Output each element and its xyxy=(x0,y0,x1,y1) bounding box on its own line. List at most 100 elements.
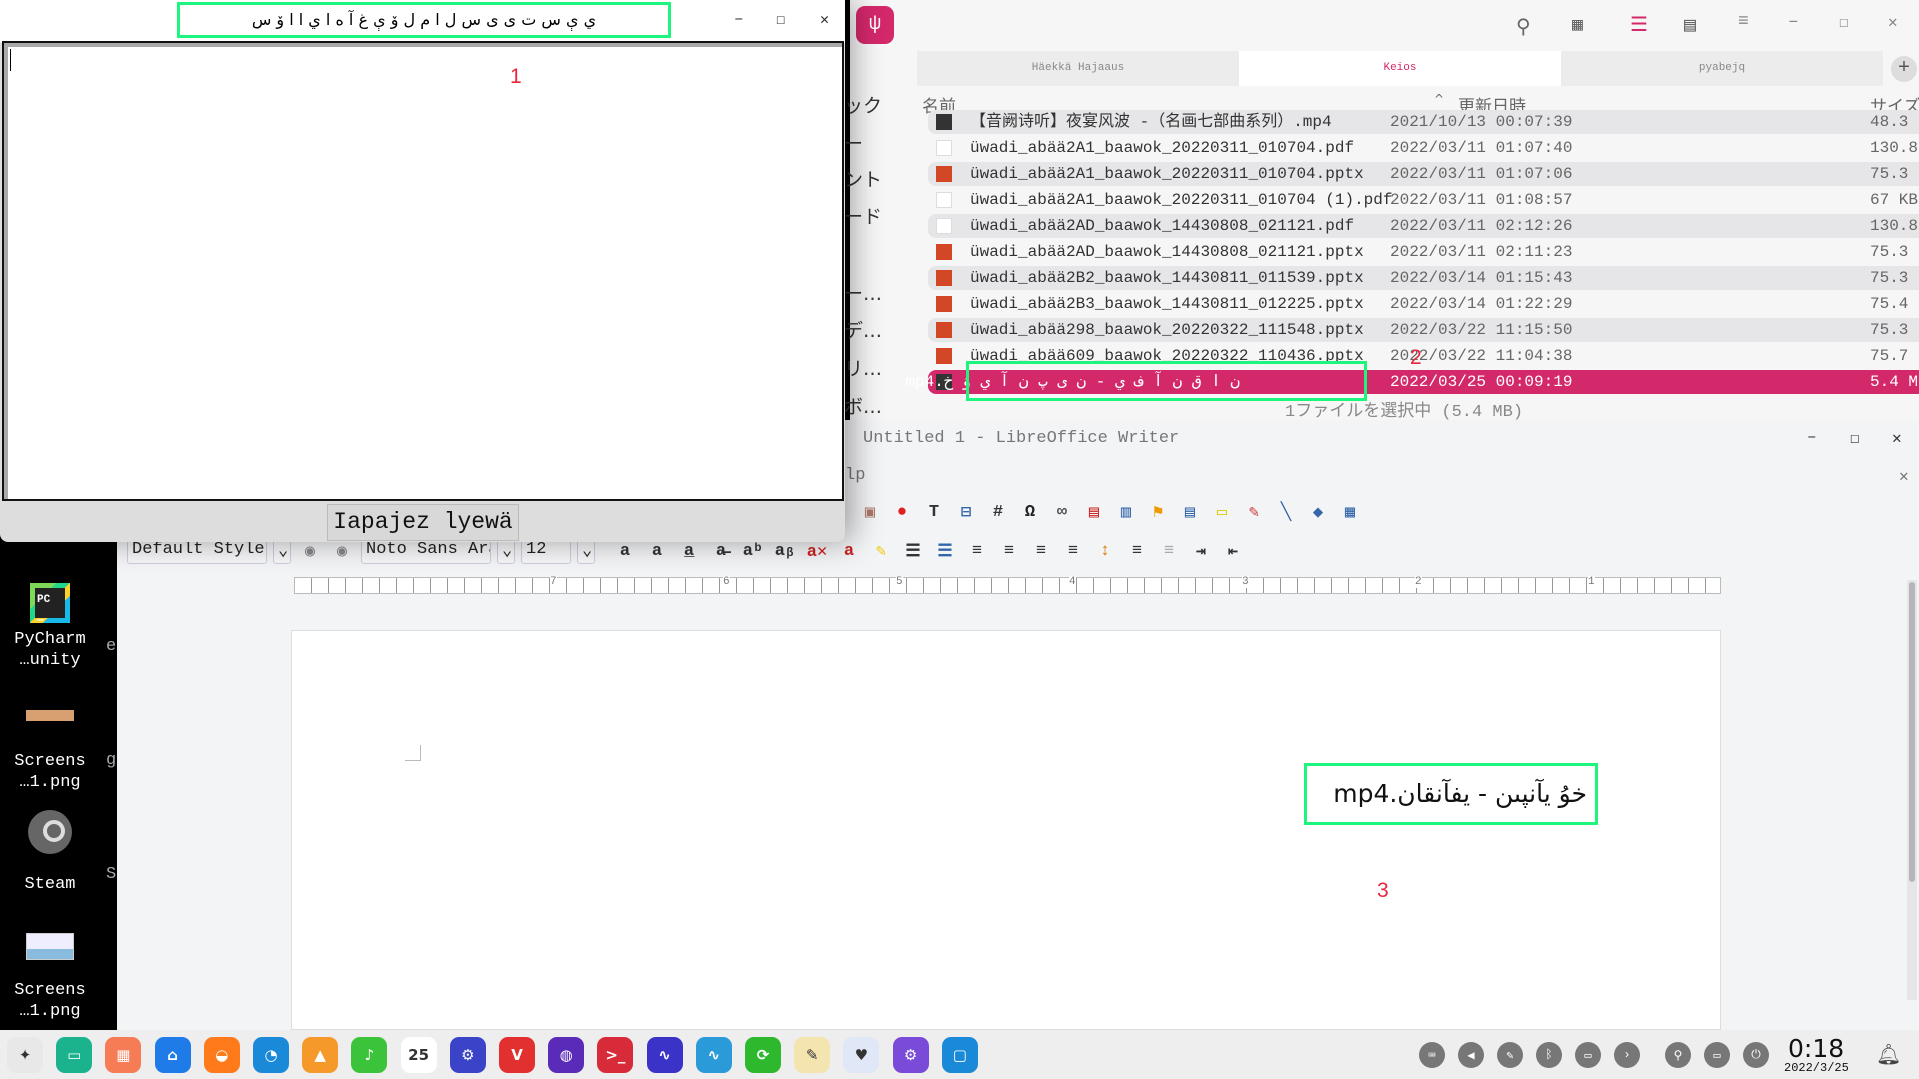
system-monitor-icon[interactable]: ∿ xyxy=(646,1037,683,1073)
shapes-icon[interactable]: ◆ xyxy=(1305,499,1331,525)
battery-icon[interactable]: ▭ xyxy=(1575,1042,1601,1068)
text-box-icon[interactable]: T xyxy=(921,499,947,525)
file-row[interactable]: üwadi_abää2B2_baawok_14430811_011539.ppt… xyxy=(928,266,1919,290)
font-color-icon[interactable]: a xyxy=(836,538,862,564)
desktop-icon-steam[interactable]: Steam xyxy=(0,810,100,895)
desktop-icon-screenshot-1[interactable]: Screens …1.png xyxy=(0,710,100,793)
file-row[interactable]: üwadi_abää2A1_baawok_20220311_010704.pdf… xyxy=(928,136,1919,160)
sync-icon[interactable]: ⟳ xyxy=(745,1037,781,1073)
sidebar-item[interactable]: ード xyxy=(844,202,882,229)
file-row[interactable]: 【音阙诗听】夜宴风波 -（名画七部曲系列）.mp4 2021/10/13 00:0… xyxy=(928,110,1919,134)
sidebar-item[interactable]: ック xyxy=(844,91,882,118)
browser-icon[interactable]: ◔ xyxy=(253,1037,289,1073)
menu-help[interactable]: lp xyxy=(845,466,865,485)
color-picker-icon[interactable]: ◍ xyxy=(548,1037,585,1073)
line-icon[interactable]: ╲ xyxy=(1273,499,1299,525)
highlight-icon[interactable]: ✎ xyxy=(868,538,894,564)
hyperlink-icon[interactable]: ∞ xyxy=(1049,499,1075,525)
sidebar-item[interactable]: ー… xyxy=(844,279,882,306)
indent-increase-icon[interactable]: ⇥ xyxy=(1188,538,1214,564)
detail-view-icon[interactable]: ▤ xyxy=(1684,12,1696,38)
chart-icon[interactable]: ● xyxy=(889,499,915,525)
maximize-button[interactable]: ☐ xyxy=(1850,428,1860,448)
minimize-button[interactable]: – xyxy=(734,10,744,28)
indent-decrease-icon[interactable]: ⇤ xyxy=(1220,538,1246,564)
search-icon[interactable]: ⚲ xyxy=(1665,1042,1691,1068)
bullet-list-icon[interactable]: ☰ xyxy=(900,538,926,564)
justify-icon[interactable]: ≡ xyxy=(1060,538,1086,564)
expand-tray-icon[interactable]: › xyxy=(1614,1042,1640,1068)
paragraph-spacing-decrease-icon[interactable]: ≡ xyxy=(1156,538,1182,564)
volume-icon[interactable]: ◀ xyxy=(1458,1042,1484,1068)
tab-1[interactable]: Häekkä Hajaaus xyxy=(917,51,1239,86)
sidebar-item[interactable]: ボ… xyxy=(844,392,882,419)
sort-ascending-icon[interactable]: ^ xyxy=(1434,92,1444,106)
horizontal-ruler[interactable]: 7 6 5 4 3 2 1 xyxy=(294,576,1721,594)
bluetooth-icon[interactable]: ᛒ xyxy=(1536,1042,1562,1068)
maximize-button[interactable]: ☐ xyxy=(776,10,785,29)
bookmark-icon[interactable]: ⚑ xyxy=(1145,499,1171,525)
text-editor-icon[interactable]: ✎ xyxy=(794,1037,831,1073)
photos-icon[interactable]: ▲ xyxy=(302,1037,339,1073)
document-text[interactable]: خوُ يآنپىن - يفآنقان.mp4 xyxy=(1304,763,1598,825)
close-button[interactable]: ✕ xyxy=(820,10,829,29)
comment-icon[interactable]: ▭ xyxy=(1209,499,1235,525)
close-document-button[interactable]: ✕ xyxy=(1899,466,1909,486)
file-row[interactable]: üwadi_abää2AD_baawok_14430808_021121.pdf… xyxy=(928,214,1919,238)
terminal-red-icon[interactable]: >_ xyxy=(597,1037,634,1073)
align-left-icon[interactable]: ≡ xyxy=(964,538,990,564)
document-page[interactable]: خوُ يآنپىن - يفآنقان.mp4 3 xyxy=(291,630,1721,1030)
close-button[interactable]: ✕ xyxy=(1892,428,1902,448)
image-icon[interactable]: ▣ xyxy=(857,499,883,525)
file-row[interactable]: üwadi_abää298_baawok_20220322_111548.ppt… xyxy=(928,318,1919,342)
align-right-icon[interactable]: ≡ xyxy=(1028,538,1054,564)
tab-3[interactable]: pyabejq xyxy=(1561,51,1883,86)
menu-icon[interactable]: ≡ xyxy=(1738,12,1749,32)
cards-icon[interactable]: ♥ xyxy=(843,1037,880,1073)
screen-icon[interactable]: ▭ xyxy=(1704,1042,1730,1068)
page-break-icon[interactable]: ⊟ xyxy=(953,499,979,525)
power-icon[interactable]: ⏻ xyxy=(1743,1042,1769,1068)
special-character-icon[interactable]: Ω xyxy=(1017,499,1043,525)
file-row[interactable]: üwadi_abää2A1_baawok_20220311_010704.ppt… xyxy=(928,162,1919,186)
endnote-icon[interactable]: ▥ xyxy=(1113,499,1139,525)
settings-icon[interactable]: ⚙ xyxy=(449,1037,486,1073)
draw-functions-icon[interactable]: ▦ xyxy=(1337,499,1363,525)
add-tab-button[interactable]: + xyxy=(1891,56,1917,82)
line-spacing-icon[interactable]: ↕ xyxy=(1092,538,1118,564)
field-icon[interactable]: # xyxy=(985,499,1011,525)
file-row[interactable]: üwadi_abää2B3_baawok_14430811_012225.ppt… xyxy=(928,292,1919,316)
desktop-icon-pycharm[interactable]: PC — PyCharm …unity xyxy=(0,583,100,671)
sidebar-item[interactable]: デ… xyxy=(844,316,882,343)
activity-icon[interactable]: ∿ xyxy=(695,1037,732,1073)
scrollbar-thumb[interactable] xyxy=(1909,582,1915,882)
pen-icon[interactable]: ✎ xyxy=(1497,1042,1523,1068)
close-button[interactable]: ✕ xyxy=(1888,12,1898,32)
files-icon[interactable]: ◒ xyxy=(203,1037,240,1073)
dialog-button[interactable]: Iapajez lyewä xyxy=(327,504,519,541)
tab-2-active[interactable]: Keios xyxy=(1239,51,1561,86)
minimize-button[interactable]: – xyxy=(1788,12,1799,32)
icon-view-icon[interactable]: ▦ xyxy=(1572,14,1583,36)
clock-time[interactable]: 0:18 xyxy=(1788,1034,1844,1063)
track-changes-icon[interactable]: ✎ xyxy=(1241,499,1267,525)
search-icon[interactable]: ⚲ xyxy=(1516,14,1531,40)
text-input-area[interactable]: 1 xyxy=(2,41,844,501)
tweak-icon[interactable]: ⚙ xyxy=(892,1037,929,1073)
window-icon[interactable]: ▢ xyxy=(941,1037,978,1073)
sidebar-item[interactable]: リ… xyxy=(844,354,882,381)
cross-reference-icon[interactable]: ▤ xyxy=(1177,499,1203,525)
notification-bell-icon[interactable]: 🔔︎ xyxy=(1876,1042,1901,1068)
sidebar-item[interactable]: ント xyxy=(844,165,882,192)
vertical-scrollbar[interactable] xyxy=(1907,580,1917,1000)
numbered-list-icon[interactable]: ☰ xyxy=(932,538,958,564)
calendar-icon[interactable]: 25 xyxy=(400,1037,437,1073)
minimize-button[interactable]: – xyxy=(1807,428,1817,446)
music-icon[interactable]: ♪ xyxy=(351,1037,388,1073)
keyboard-icon[interactable]: ⌨ xyxy=(1419,1042,1445,1068)
launcher-icon[interactable]: ✦ xyxy=(7,1037,43,1073)
desktop-icon-screenshot-2[interactable]: Screens …1.png xyxy=(0,933,100,1022)
app-grid-icon[interactable]: ▦ xyxy=(105,1037,142,1073)
paragraph-spacing-increase-icon[interactable]: ≡ xyxy=(1124,538,1150,564)
vivaldi-icon[interactable]: V xyxy=(499,1037,535,1073)
